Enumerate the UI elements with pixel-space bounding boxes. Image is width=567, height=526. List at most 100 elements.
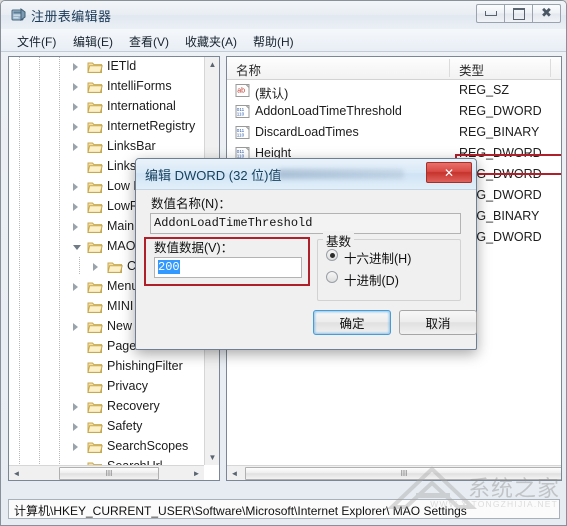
tree-expand-arrow-icon[interactable] — [93, 263, 98, 271]
tree-item-label: IntelliForms — [107, 79, 172, 93]
tree-expand-arrow-icon[interactable] — [73, 143, 78, 151]
tree-item-label: Privacy — [107, 379, 148, 393]
tree-item-recovery[interactable]: Recovery — [9, 397, 206, 417]
folder-icon — [87, 80, 103, 94]
title-bar[interactable]: 注册表编辑器 ✖ — [1, 1, 566, 29]
tree-item-searchurl[interactable]: SearchUrl — [9, 457, 206, 465]
folder-icon — [87, 160, 103, 174]
registry-editor-window: 注册表编辑器 ✖ 文件(F) 编辑(E) 查看(V) 收藏夹(A) 帮助(H) IETl… — [0, 0, 567, 526]
folder-icon — [87, 120, 103, 134]
tree-item-label: IETld — [107, 59, 137, 73]
value-name-label: 数值名称(N)： — [151, 197, 231, 211]
menu-item-3[interactable]: 收藏夹(A) — [181, 32, 241, 51]
tree-horizontal-scrollbar[interactable]: ◄ ► llll — [9, 465, 204, 480]
dialog-close-button[interactable]: ✕ — [426, 162, 472, 183]
value-data-input[interactable]: 200 — [154, 257, 302, 278]
tree-expand-arrow-icon[interactable] — [73, 183, 78, 191]
values-horizontal-scrollbar[interactable]: ◄ llll — [227, 465, 561, 480]
scroll-left-arrow[interactable]: ◄ — [227, 466, 242, 480]
tree-item-label: SearchScopes — [107, 439, 189, 453]
tree-item-label: New — [107, 319, 133, 333]
tree-item-label: Safety — [107, 419, 143, 433]
radio-hexadecimal-label: 十六进制(H) — [344, 252, 412, 266]
radio-button-icon[interactable] — [326, 271, 338, 283]
svg-text:ab: ab — [237, 88, 245, 95]
tree-item-label: Main — [107, 219, 135, 233]
value-name-cell: AddonLoadTimeThreshold — [255, 104, 402, 118]
tree-expand-arrow-icon[interactable] — [73, 283, 78, 291]
scroll-left-arrow[interactable]: ◄ — [9, 466, 24, 480]
menu-item-2[interactable]: 查看(V) — [125, 32, 173, 51]
scroll-up-arrow[interactable]: ▲ — [205, 57, 219, 72]
tree-item-label: MAO — [107, 239, 136, 253]
tree-expand-arrow-icon[interactable] — [73, 443, 78, 451]
column-divider[interactable] — [550, 59, 551, 77]
value-type-cell: REG_SZ — [459, 83, 510, 97]
values-column-header[interactable]: 名称 类型 — [227, 57, 561, 80]
tree-item-intelliforms[interactable]: IntelliForms — [9, 77, 206, 97]
tree-item-linksbar[interactable]: LinksBar — [9, 137, 206, 157]
column-divider[interactable] — [449, 59, 450, 77]
dialog-title-bar[interactable]: 编辑 DWORD (32 位)值 ✕ — [136, 159, 476, 190]
folder-icon — [87, 240, 103, 254]
column-header-type[interactable]: 类型 — [459, 60, 484, 79]
minimize-button[interactable] — [476, 4, 505, 23]
dialog-body: 数值名称(N)： AddonLoadTimeThreshold 数值数据(V)：… — [136, 189, 477, 349]
tree-expand-arrow-icon[interactable] — [73, 223, 78, 231]
folder-icon — [87, 400, 103, 414]
table-row[interactable]: 011 110 DiscardLoadTimes REG_BINARY — [227, 123, 547, 143]
svg-text:110: 110 — [237, 133, 245, 138]
tree-item-safety[interactable]: Safety — [9, 417, 206, 437]
registry-editor-icon — [10, 7, 26, 23]
tree-expand-arrow-icon[interactable] — [73, 103, 78, 111]
value-name-cell: (默认) — [255, 87, 289, 101]
tree-item-label: Menu — [107, 279, 139, 293]
table-row[interactable]: ab (默认) REG_SZ — [227, 81, 547, 101]
tree-item-privacy[interactable]: Privacy — [9, 377, 206, 397]
menu-item-4[interactable]: 帮助(H) — [249, 32, 298, 51]
scroll-right-arrow[interactable]: ► — [189, 466, 204, 480]
value-data-selected-text: 200 — [158, 260, 180, 274]
value-name-input[interactable]: AddonLoadTimeThreshold — [150, 213, 461, 234]
window-title: 注册表编辑器 — [31, 9, 112, 24]
folder-icon — [87, 180, 103, 194]
tree-item-ietld[interactable]: IETld — [9, 57, 206, 77]
tree-item-international[interactable]: International — [9, 97, 206, 117]
tree-item-label: International — [107, 99, 176, 113]
tree-item-internetregistry[interactable]: InternetRegistry — [9, 117, 206, 137]
radio-button-icon[interactable] — [326, 249, 338, 261]
tree-scroll-thumb[interactable]: llll — [59, 467, 159, 480]
scroll-down-arrow[interactable]: ▼ — [205, 450, 219, 465]
cancel-button[interactable]: 取消 — [399, 310, 477, 335]
menu-item-0[interactable]: 文件(F) — [13, 32, 60, 51]
table-row[interactable]: 011 110 AddonLoadTimeThreshold REG_DWORD — [227, 102, 547, 122]
dialog-title: 编辑 DWORD (32 位)值 — [145, 168, 282, 183]
tree-expand-arrow-icon[interactable] — [73, 423, 78, 431]
column-header-name[interactable]: 名称 — [236, 60, 261, 79]
restore-icon — [512, 7, 525, 20]
tree-expand-arrow-icon[interactable] — [73, 83, 78, 91]
folder-icon — [87, 100, 103, 114]
folder-icon — [87, 300, 103, 314]
tree-expand-arrow-icon[interactable] — [73, 323, 78, 331]
values-scroll-thumb[interactable]: llll — [245, 467, 561, 480]
folder-icon — [87, 60, 103, 74]
tree-item-label: InternetRegistry — [107, 119, 196, 133]
folder-icon — [87, 220, 103, 234]
tree-item-phishingfilter[interactable]: PhishingFilter — [9, 357, 206, 377]
ok-button[interactable]: 确定 — [313, 310, 391, 335]
tree-collapse-arrow-icon[interactable] — [73, 245, 81, 250]
menu-item-1[interactable]: 编辑(E) — [69, 32, 117, 51]
minimize-icon — [484, 11, 497, 16]
value-type-cell: REG_DWORD — [459, 104, 542, 118]
tree-item-searchscopes[interactable]: SearchScopes — [9, 437, 206, 457]
tree-expand-arrow-icon[interactable] — [73, 123, 78, 131]
restore-button[interactable] — [504, 4, 533, 23]
tree-expand-arrow-icon[interactable] — [73, 203, 78, 211]
folder-icon — [87, 320, 103, 334]
tree-item-label: Page — [107, 339, 137, 353]
tree-expand-arrow-icon[interactable] — [73, 403, 78, 411]
close-button[interactable]: ✖ — [532, 4, 561, 23]
edit-dword-dialog: 编辑 DWORD (32 位)值 ✕ 数值名称(N)： AddonLoadTim… — [135, 158, 477, 350]
tree-expand-arrow-icon[interactable] — [73, 63, 78, 71]
